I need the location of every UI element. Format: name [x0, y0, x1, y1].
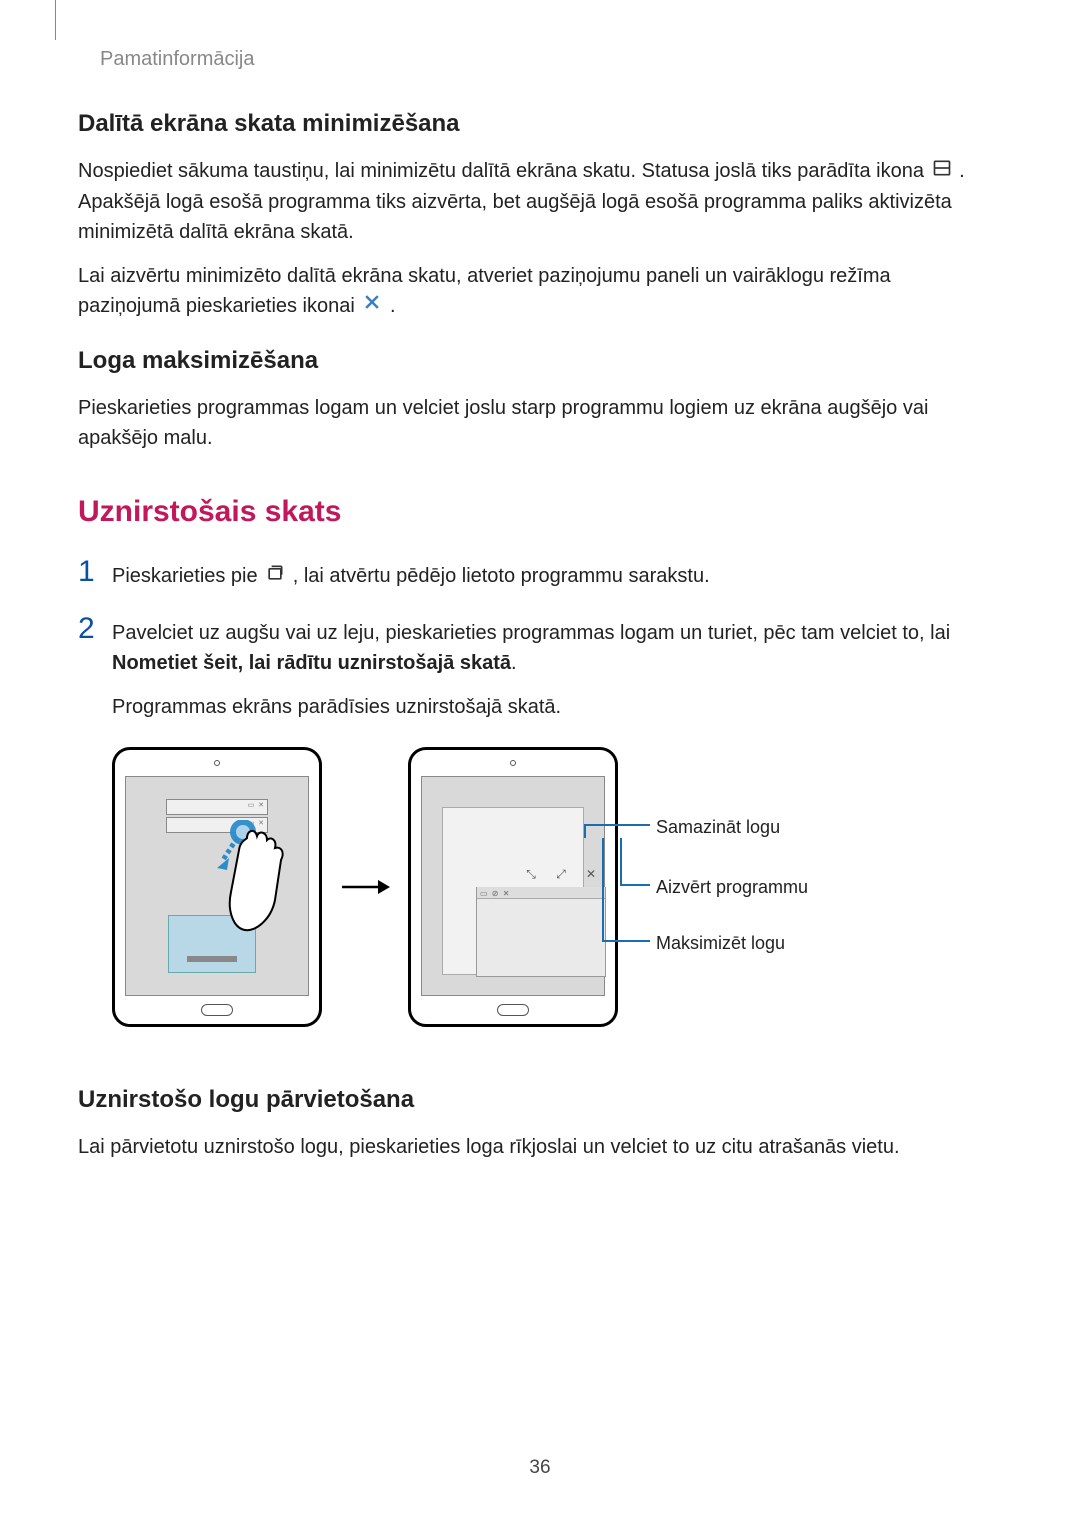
- step2-b: .: [511, 652, 517, 674]
- section1-p2b: .: [390, 295, 396, 317]
- step-2: 2 Pavelciet uz augšu vai uz leju, pieska…: [78, 614, 998, 1032]
- drag-bar: [187, 956, 237, 962]
- popup-top-icons: ⤡ ⤢ ✕: [524, 865, 598, 883]
- tablet-right: ⤡ ⤢ ✕ ▭ ⊘ ✕: [408, 747, 618, 1027]
- camera-dot: [510, 760, 516, 766]
- section1-p2a: Lai aizvērtu minimizēto dalītā ekrāna sk…: [78, 265, 891, 317]
- callout-line: [620, 838, 622, 884]
- margin-line: [55, 0, 56, 40]
- section1-p1a: Nospiediet sākuma taustiņu, lai minimizē…: [78, 160, 930, 182]
- step2-extra: Programmas ekrāns parādīsies uznirstošaj…: [112, 692, 998, 722]
- card-icons: ▭ ✕: [248, 801, 265, 812]
- close-icon: ✕: [584, 865, 598, 883]
- section1-p1: Nospiediet sākuma taustiņu, lai minimizē…: [78, 156, 998, 247]
- step-1: 1 Pieskarieties pie , lai atvērtu pēdējo…: [78, 557, 998, 592]
- breadcrumb: Pamatinformācija: [100, 48, 255, 71]
- home-button-icon: [201, 1004, 233, 1016]
- callout-line: [584, 824, 586, 838]
- tablet-right-screen: ⤡ ⤢ ✕ ▭ ⊘ ✕: [421, 776, 605, 996]
- close-x-icon: [362, 291, 382, 321]
- popup-bar-icons: ▭ ⊘ ✕: [480, 888, 510, 900]
- tablet-left: ▭ ✕ ▭ ✕: [112, 747, 322, 1027]
- card-icons: ▭ ✕: [248, 819, 265, 830]
- step-2-num: 2: [78, 614, 112, 644]
- recent-cards: ▭ ✕ ▭ ✕: [166, 799, 268, 847]
- figure-popup: ▭ ✕ ▭ ✕: [112, 742, 998, 1032]
- maximize-icon: ⤢: [554, 865, 568, 883]
- step2-a: Pavelciet uz augšu vai uz leju, pieskari…: [112, 622, 950, 644]
- popup-window: ▭ ⊘ ✕: [476, 887, 606, 977]
- callout-minimize: Samazināt logu: [656, 814, 780, 841]
- popup-toolbar: ▭ ⊘ ✕: [477, 887, 605, 899]
- step-2-body: Pavelciet uz augšu vai uz leju, pieskari…: [112, 614, 998, 1032]
- arrow-right-icon: [340, 872, 390, 902]
- minimize-icon: ⤡: [524, 865, 538, 883]
- step2-bold: Nometiet šeit, lai rādītu uznirstošajā s…: [112, 652, 511, 674]
- page-number: 36: [0, 1457, 1080, 1479]
- tablet-left-screen: ▭ ✕ ▭ ✕: [125, 776, 309, 996]
- step1-a: Pieskarieties pie: [112, 565, 263, 587]
- step-1-num: 1: [78, 557, 112, 587]
- section3-heading: Uznirstošo logu pārvietošana: [78, 1086, 998, 1114]
- camera-dot: [214, 760, 220, 766]
- recent-card-1: ▭ ✕: [166, 799, 268, 815]
- callout-line: [584, 824, 650, 826]
- popup-heading: Uznirstošais skats: [78, 495, 998, 529]
- page-content: Dalītā ekrāna skata minimizēšana Nospied…: [78, 110, 998, 1176]
- callout-close: Aizvērt programmu: [656, 874, 808, 901]
- callout-line: [602, 940, 650, 942]
- section1-heading: Dalītā ekrāna skata minimizēšana: [78, 110, 998, 138]
- step-1-body: Pieskarieties pie , lai atvērtu pēdējo l…: [112, 557, 998, 592]
- callout-line: [602, 838, 604, 940]
- section1-p2: Lai aizvērtu minimizēto dalītā ekrāna sk…: [78, 261, 998, 322]
- callout-maximize: Maksimizēt logu: [656, 930, 785, 957]
- section3-p1: Lai pārvietotu uznirstošo logu, pieskari…: [78, 1132, 998, 1162]
- callout-line: [620, 884, 650, 886]
- recent-card-2: ▭ ✕: [166, 817, 268, 833]
- split-screen-icon: [932, 157, 952, 187]
- drag-card: [168, 915, 256, 973]
- section2-p1: Pieskarieties programmas logam un velcie…: [78, 393, 998, 453]
- step1-b: , lai atvērtu pēdējo lietoto programmu s…: [293, 565, 710, 587]
- section2-heading: Loga maksimizēšana: [78, 347, 998, 375]
- recent-apps-icon: [265, 562, 285, 592]
- home-button-icon: [497, 1004, 529, 1016]
